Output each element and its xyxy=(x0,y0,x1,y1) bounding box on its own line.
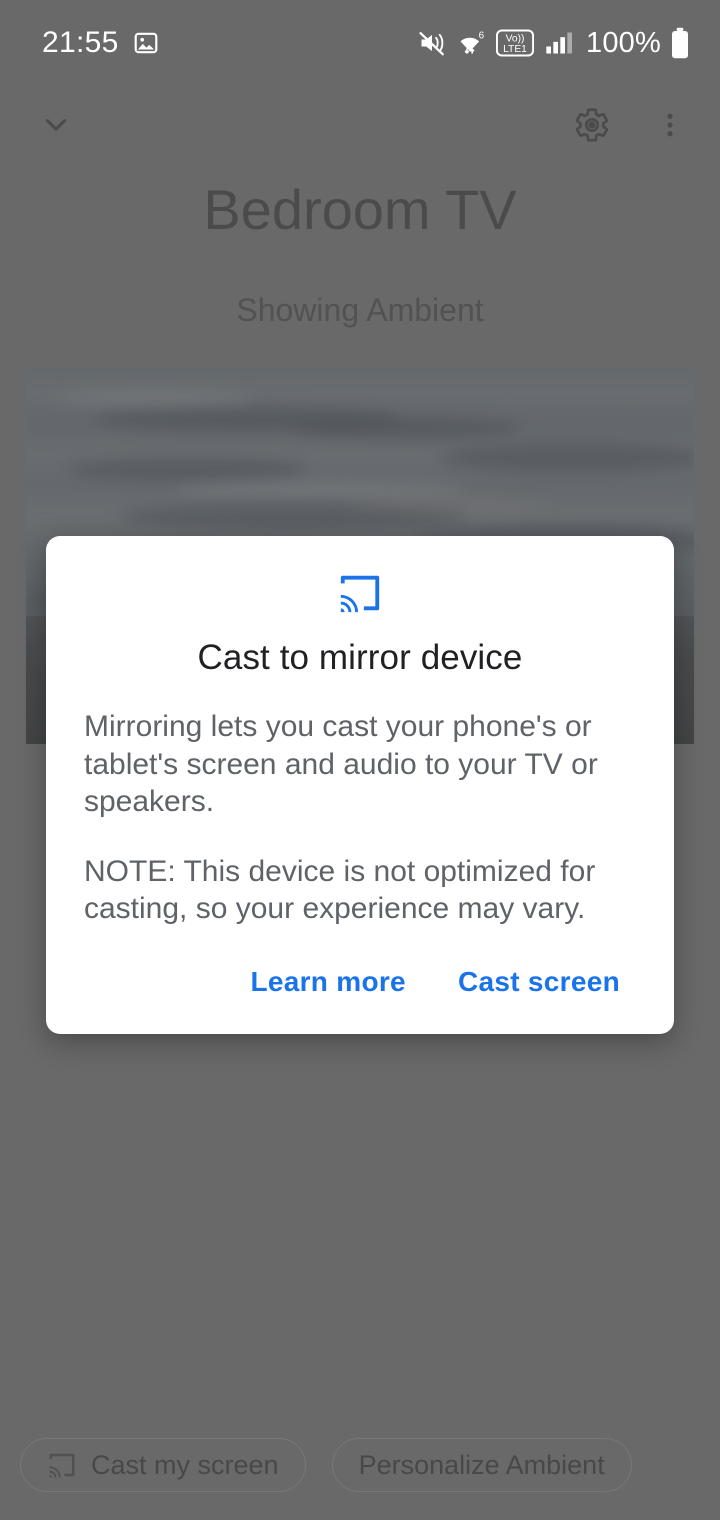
volte-lte1-icon: Vo)) LTE1 xyxy=(496,29,535,57)
learn-more-button[interactable]: Learn more xyxy=(234,952,422,1012)
phone-screen: Bedroom TV Showing Ambient xyxy=(0,0,720,1520)
status-bar: 21:55 6 Vo)) LTE1 100% xyxy=(0,0,720,86)
mute-vibrate-icon xyxy=(419,32,444,56)
volte-top-label: Vo)) xyxy=(506,33,525,44)
wifi-6-icon: 6 xyxy=(460,30,485,54)
cast-mirror-dialog: Cast to mirror device Mirroring lets you… xyxy=(46,536,674,1034)
dialog-body-paragraph-2: NOTE: This device is not optimized for c… xyxy=(84,854,596,926)
cast-icon xyxy=(340,575,380,613)
dialog-title: Cast to mirror device xyxy=(197,638,523,677)
svg-text:6: 6 xyxy=(479,30,485,41)
dialog-actions: Learn more Cast screen xyxy=(84,946,636,1012)
status-bar-left: 21:55 xyxy=(42,26,159,60)
battery-percent: 100% xyxy=(586,26,661,59)
status-bar-right: 6 Vo)) LTE1 100% xyxy=(418,27,690,60)
dialog-icon-container xyxy=(84,570,636,616)
volte-bottom-label: LTE1 xyxy=(503,44,527,55)
battery-icon xyxy=(672,27,688,59)
status-time: 21:55 xyxy=(42,26,119,59)
dialog-body-paragraph-1: Mirroring lets you cast your phone's or … xyxy=(84,710,598,818)
cast-screen-button[interactable]: Cast screen xyxy=(442,952,636,1012)
cellular-signal-icon xyxy=(546,32,573,54)
photo-notification-icon xyxy=(134,32,157,54)
